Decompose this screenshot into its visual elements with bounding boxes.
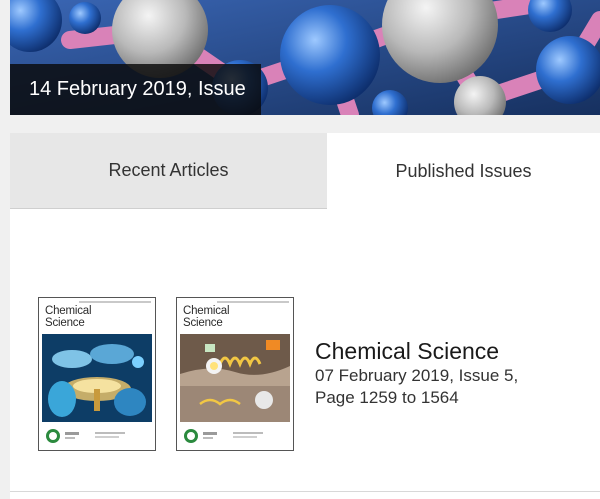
cover-header-line bbox=[79, 301, 151, 303]
tab-published-issues[interactable]: Published Issues bbox=[327, 133, 600, 209]
hero-issue-label: 14 February 2019, Issue 6 bbox=[10, 64, 261, 115]
tab-recent-articles[interactable]: Recent Articles bbox=[10, 133, 327, 209]
cover-artwork bbox=[180, 334, 290, 422]
cover-journal-title: Chemical Science bbox=[45, 305, 92, 329]
cover-publisher-logo bbox=[46, 429, 125, 443]
page: 14 February 2019, Issue 6 Recent Article… bbox=[0, 0, 600, 499]
cover-publisher-logo bbox=[184, 429, 263, 443]
cover-journal-title: Chemical Science bbox=[183, 305, 230, 329]
published-issue-panel: Chemical Science Chemical Science Chemic… bbox=[10, 209, 600, 491]
issue-details: Chemical Science 07 February 2019, Issue… bbox=[315, 337, 518, 409]
cover-header-line bbox=[217, 301, 289, 303]
issue-date-line: 07 February 2019, Issue 5, bbox=[315, 366, 519, 385]
issue-cover-back[interactable]: Chemical Science bbox=[176, 297, 294, 451]
issue-hero-banner[interactable]: 14 February 2019, Issue 6 bbox=[10, 0, 600, 115]
issue-journal-title-link[interactable]: Chemical Science bbox=[315, 337, 518, 365]
cover-artwork bbox=[42, 334, 152, 422]
issue-cover-front[interactable]: Chemical Science bbox=[38, 297, 156, 451]
issue-page-range: Page 1259 to 1564 bbox=[315, 388, 459, 407]
issue-tabs: Recent Articles Published Issues bbox=[10, 133, 600, 209]
next-section-edge bbox=[10, 492, 600, 499]
